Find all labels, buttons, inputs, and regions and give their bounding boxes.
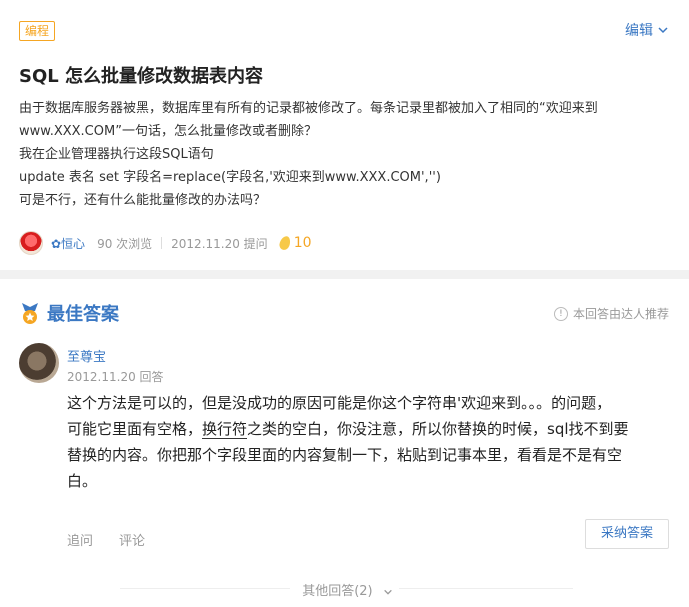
meta-divider [161,237,163,249]
recommend-text: 本回答由达人推荐 [572,307,669,321]
other-answers-label: 其他回答(2) [296,584,379,599]
accept-answer-button[interactable]: 采纳答案 [585,519,669,549]
question-line: www.XXX.COM”一句话，怎么批量修改或者删除？ [19,124,317,139]
best-answer-header: 最佳答案 [19,300,119,326]
answerer-avatar[interactable] [19,343,59,383]
info-icon: ! [553,306,568,321]
question-line: 由于数据库服务器被黑，数据库里有所有的记录都被修改了。每条记录里都被加入了相同的… [19,101,598,116]
edit-button[interactable]: 编辑 [625,20,669,40]
answer-line: 可能它里面有空格，换行符之类的空白，你没注意，所以你替换的时候，sql找不到要 [67,416,675,442]
category-tag[interactable]: 编程 [19,21,56,41]
answerer-name[interactable]: 至尊宝 [67,346,106,365]
question-body: 由于数据库服务器被黑，数据库里有所有的记录都被修改了。每条记录里都被加入了相同的… [19,97,669,212]
question-line: 可是不行，还有什么能批量修改的办法吗？ [19,193,267,208]
chevron-down-icon [383,589,392,595]
best-answer-badge-icon [22,303,38,324]
reward: 10 [277,234,312,252]
answer-line: 这个方法是可以的，但是没成功的原因可能是你这个字符串'欢迎来到。。。的问题， [67,394,612,412]
answer-body: 这个方法是可以的，但是没成功的原因可能是你这个字符串'欢迎来到。。。的问题， 可… [67,390,675,494]
section-divider [0,270,689,279]
answer-line: 白。 [67,472,98,490]
reward-amount: 10 [293,235,312,251]
answer-actions: 追问 评论 [67,530,145,549]
coin-icon [277,234,292,252]
asker-avatar[interactable] [19,231,43,255]
question-line: update 表名 set 字段名=replace(字段名,'欢迎来到www.X… [19,170,441,185]
followup-button[interactable]: 追问 [67,530,93,549]
answer-line: 替换的内容。你把那个字段里面的内容复制一下，粘贴到记事本里，看看是不是有空 [67,446,623,464]
answer-date: 2012.11.20 回答 [67,370,164,384]
answer-text: 可能它里面有空格， [67,420,203,438]
view-count: 90 次浏览 [97,236,153,251]
chevron-down-icon [658,27,668,34]
question-line: 我在企业管理器执行这段SQL语句 [19,147,214,162]
asked-date: 2012.11.20 提问 [171,236,268,251]
comment-button[interactable]: 评论 [119,530,145,549]
best-answer-title: 最佳答案 [47,304,119,325]
asker-name[interactable]: ✿恒心 [51,235,85,252]
recommend-note: ! 本回答由达人推荐 [553,305,669,322]
other-answers-toggle[interactable]: 其他回答(2) [0,580,689,599]
edit-label: 编辑 [625,23,653,39]
answer-text: 之类的空白，你没注意，所以你替换的时候，sql找不到要 [247,420,629,438]
question-title: SQL 怎么批量修改数据表内容 [19,66,264,87]
question-meta: ✿恒心 90 次浏览 2012.11.20 提问 10 [19,231,312,255]
keyword-link[interactable]: 换行符 [202,420,248,439]
